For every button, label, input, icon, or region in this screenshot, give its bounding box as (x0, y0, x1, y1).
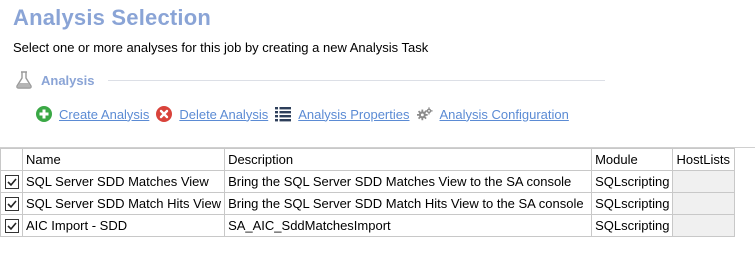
row-name[interactable]: AIC Import - SDD (21, 214, 226, 237)
row-checkbox-cell[interactable] (0, 192, 23, 215)
row-name[interactable]: SQL Server SDD Match Hits View (21, 192, 226, 215)
column-header-description[interactable]: Description (224, 148, 593, 171)
row-hostlists[interactable] (672, 214, 736, 237)
analysis-toolbar: Create Analysis Delete Analysis Analysis… (36, 104, 576, 124)
analysis-grid: Name Description Module HostLists SQL Se… (0, 147, 755, 260)
row-checkbox[interactable] (4, 175, 19, 190)
checkmark-icon (6, 222, 17, 231)
page-title: Analysis Selection (13, 5, 212, 30)
column-header-module[interactable]: Module (591, 148, 674, 171)
row-checkbox-cell[interactable] (0, 214, 23, 237)
table-row[interactable]: SQL Server SDD Match Hits View Bring the… (0, 192, 736, 215)
row-name[interactable]: SQL Server SDD Matches View (21, 170, 226, 193)
delete-analysis-link[interactable]: Delete Analysis (179, 107, 268, 122)
row-description[interactable]: Bring the SQL Server SDD Matches View to… (224, 170, 593, 193)
row-module[interactable]: SQLscripting (591, 170, 674, 193)
row-description[interactable]: Bring the SQL Server SDD Match Hits View… (224, 192, 593, 215)
column-header-select[interactable] (0, 148, 23, 171)
analysis-table: Name Description Module HostLists SQL Se… (0, 148, 736, 237)
row-checkbox[interactable] (4, 219, 19, 234)
row-hostlists[interactable] (672, 170, 736, 193)
column-header-name[interactable]: Name (21, 148, 226, 171)
analysis-properties-button[interactable]: Analysis Properties (275, 106, 410, 122)
row-checkbox-cell[interactable] (0, 170, 23, 193)
delete-circle-icon (156, 106, 173, 122)
analysis-group-header: Analysis (15, 70, 94, 90)
checkmark-icon (6, 200, 17, 209)
create-analysis-button[interactable]: Create Analysis (36, 106, 149, 122)
row-module[interactable]: SQLscripting (591, 214, 674, 237)
flask-icon (16, 71, 32, 89)
analysis-configuration-button[interactable]: Analysis Configuration (416, 106, 569, 122)
add-circle-icon (36, 106, 52, 122)
row-module[interactable]: SQLscripting (591, 192, 674, 215)
delete-analysis-button[interactable]: Delete Analysis (156, 106, 268, 122)
checkmark-icon (6, 178, 17, 187)
column-header-hostlists[interactable]: HostLists (672, 148, 736, 171)
list-icon (275, 107, 292, 122)
gears-icon (416, 107, 433, 121)
analysis-configuration-link[interactable]: Analysis Configuration (440, 107, 569, 122)
row-checkbox[interactable] (4, 197, 19, 212)
page-subtitle: Select one or more analyses for this job… (13, 40, 429, 55)
row-hostlists[interactable] (672, 192, 736, 215)
create-analysis-link[interactable]: Create Analysis (59, 107, 149, 122)
table-header-row: Name Description Module HostLists (0, 148, 736, 171)
row-description[interactable]: SA_AIC_SddMatchesImport (224, 214, 593, 237)
group-divider (108, 80, 605, 81)
group-label: Analysis (41, 72, 95, 88)
analysis-properties-link[interactable]: Analysis Properties (298, 107, 409, 122)
table-row[interactable]: AIC Import - SDD SA_AIC_SddMatchesImport… (0, 214, 736, 237)
table-row[interactable]: SQL Server SDD Matches View Bring the SQ… (0, 170, 736, 193)
